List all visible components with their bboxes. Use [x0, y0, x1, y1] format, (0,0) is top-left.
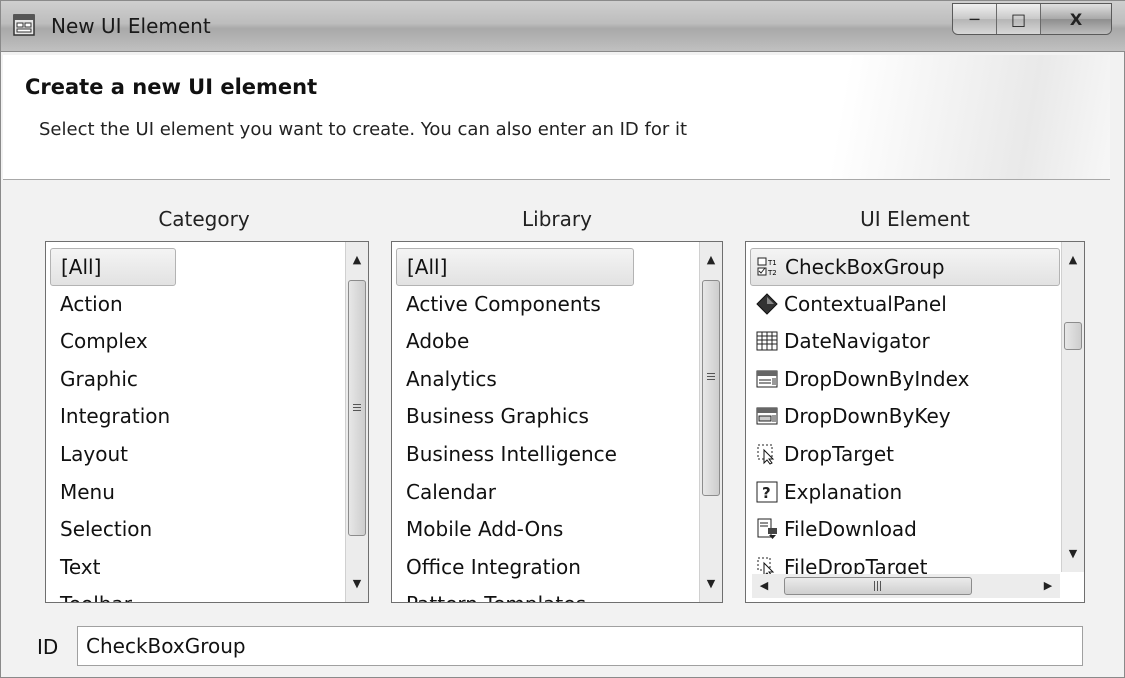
ui-element-column-title: UI Element	[860, 207, 970, 231]
drop-target-icon	[757, 444, 775, 465]
category-items: [All] Action Complex Graphic Integration…	[50, 248, 344, 602]
diamond-icon	[756, 292, 778, 315]
ui-element-label: CheckBoxGroup	[785, 255, 945, 279]
scroll-up-arrow-icon[interactable]: ▲	[1062, 248, 1084, 272]
id-input[interactable]	[77, 626, 1083, 666]
grid-calendar-icon	[756, 331, 778, 351]
ui-element-item-checkboxgroup[interactable]: T1 T2 CheckBoxGroup	[750, 248, 1060, 286]
dropdown-index-icon	[756, 370, 778, 388]
library-item-adobe[interactable]: Adobe	[396, 323, 698, 361]
scroll-down-arrow-icon[interactable]: ▼	[700, 572, 722, 596]
id-label: ID	[37, 635, 59, 659]
category-item-complex[interactable]: Complex	[50, 323, 344, 361]
grip-icon	[874, 581, 883, 591]
close-button[interactable]: X	[1041, 4, 1111, 34]
maximize-button[interactable]: □	[997, 4, 1041, 34]
scroll-up-arrow-icon[interactable]: ▲	[700, 248, 722, 272]
library-item-mobile-add-ons[interactable]: Mobile Add-Ons	[396, 511, 698, 549]
ui-element-list[interactable]: T1 T2 CheckBoxGroup ContextualPanel DateN…	[745, 241, 1085, 603]
scroll-thumb[interactable]	[1064, 322, 1082, 350]
grip-icon	[353, 404, 361, 413]
header-banner: Create a new UI element Select the UI el…	[3, 55, 1110, 180]
svg-text:T2: T2	[767, 269, 777, 277]
library-column-title: Library	[522, 207, 592, 231]
category-list[interactable]: [All] Action Complex Graphic Integration…	[45, 241, 369, 603]
minimize-button[interactable]: ─	[953, 4, 997, 34]
scroll-left-arrow-icon[interactable]: ◀	[754, 574, 774, 598]
question-icon: ?	[756, 481, 778, 503]
dropdown-key-icon	[756, 407, 778, 425]
ui-element-label: DateNavigator	[784, 329, 930, 354]
library-scrollbar[interactable]: ▲ ▼	[699, 242, 722, 602]
grip-icon	[707, 373, 715, 383]
ui-element-item-contextualpanel[interactable]: ContextualPanel	[750, 286, 1060, 324]
svg-text:?: ?	[762, 484, 771, 502]
new-ui-element-dialog: New UI Element ─ □ X Create a new UI ele…	[0, 0, 1125, 678]
library-item-all[interactable]: [All]	[396, 248, 634, 286]
ui-element-label: DropTarget	[784, 441, 894, 466]
ui-element-vertical-scrollbar[interactable]: ▲ ▼	[1061, 242, 1084, 572]
library-item-pattern-templates[interactable]: Pattern Templates	[396, 586, 698, 602]
category-item-layout[interactable]: Layout	[50, 436, 344, 474]
ui-element-item-dropdownbyindex[interactable]: DropDownByIndex	[750, 361, 1060, 399]
library-item-office-integration[interactable]: Office Integration	[396, 549, 698, 587]
ui-element-horizontal-scrollbar[interactable]: ◀ ▶	[752, 574, 1060, 598]
category-scrollbar[interactable]: ▲ ▼	[345, 242, 368, 602]
ui-element-label: ContextualPanel	[784, 291, 947, 316]
horizontal-scroll-thumb[interactable]	[784, 577, 972, 595]
library-items: [All] Active Components Adobe Analytics …	[396, 248, 698, 602]
ui-element-label: Explanation	[784, 479, 903, 504]
category-item-action[interactable]: Action	[50, 286, 344, 324]
scroll-thumb[interactable]	[702, 280, 720, 496]
category-item-graphic[interactable]: Graphic	[50, 361, 344, 399]
library-list[interactable]: [All] Active Components Adobe Analytics …	[391, 241, 723, 603]
ui-element-item-filedownload[interactable]: FileDownload	[750, 511, 1060, 549]
library-item-analytics[interactable]: Analytics	[396, 361, 698, 399]
category-item-integration[interactable]: Integration	[50, 398, 344, 436]
category-item-selection[interactable]: Selection	[50, 511, 344, 549]
ui-element-label: DropDownByKey	[784, 404, 951, 429]
library-item-active-components[interactable]: Active Components	[396, 286, 698, 324]
ui-element-item-datenavigator[interactable]: DateNavigator	[750, 323, 1060, 361]
banner-description: Select the UI element you want to create…	[39, 119, 688, 140]
ui-element-label: DropDownByIndex	[784, 366, 970, 391]
scroll-right-arrow-icon[interactable]: ▶	[1038, 574, 1058, 598]
ui-element-items: T1 T2 CheckBoxGroup ContextualPanel DateN…	[750, 248, 1060, 579]
scroll-down-arrow-icon[interactable]: ▼	[1062, 542, 1084, 566]
category-item-all[interactable]: [All]	[50, 248, 176, 286]
title-bar[interactable]: New UI Element ─ □ X	[1, 1, 1125, 52]
file-download-icon	[757, 518, 777, 540]
library-item-business-intelligence[interactable]: Business Intelligence	[396, 436, 698, 474]
ui-element-app-icon	[13, 14, 35, 36]
category-item-text[interactable]: Text	[50, 549, 344, 587]
scroll-up-arrow-icon[interactable]: ▲	[346, 248, 368, 272]
library-item-calendar[interactable]: Calendar	[396, 474, 698, 512]
category-item-toolbar[interactable]: Toolbar	[50, 586, 344, 602]
window-controls: ─ □ X	[952, 3, 1112, 35]
ui-element-item-dropdownbykey[interactable]: DropDownByKey	[750, 398, 1060, 436]
window-title: New UI Element	[51, 14, 211, 38]
ui-element-label: FileDownload	[784, 517, 917, 542]
svg-text:T1: T1	[767, 259, 777, 267]
category-item-menu[interactable]: Menu	[50, 474, 344, 512]
checkboxgroup-icon: T1T2	[757, 257, 777, 277]
library-item-business-graphics[interactable]: Business Graphics	[396, 398, 698, 436]
ui-element-item-droptarget[interactable]: DropTarget	[750, 436, 1060, 474]
category-column-title: Category	[158, 207, 250, 231]
scroll-thumb[interactable]	[348, 280, 366, 536]
scroll-down-arrow-icon[interactable]: ▼	[346, 572, 368, 596]
ui-element-item-explanation[interactable]: ? Explanation	[750, 474, 1060, 512]
banner-title: Create a new UI element	[25, 75, 318, 99]
